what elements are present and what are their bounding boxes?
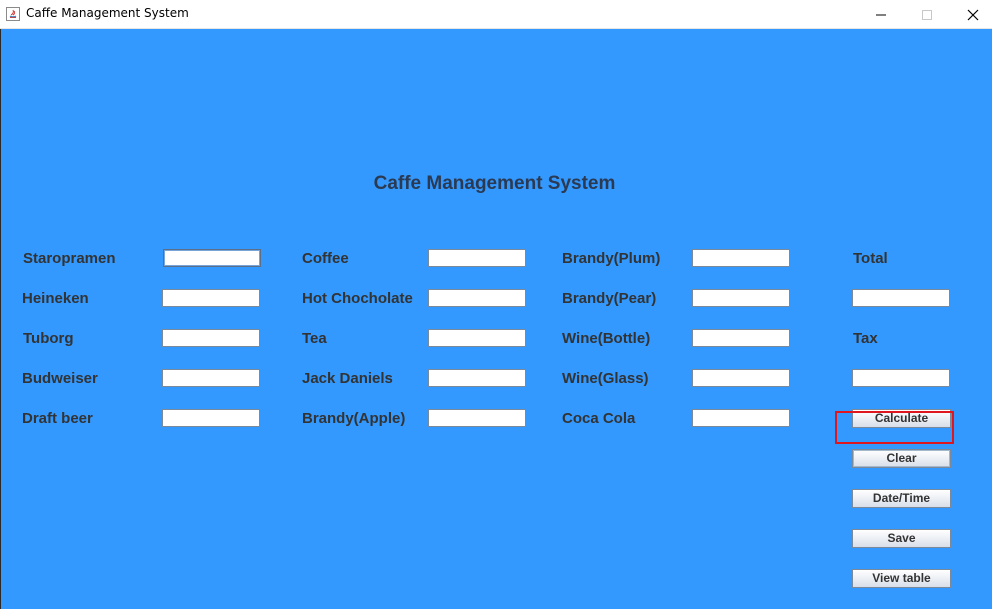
label-tax: Tax [853,330,878,347]
save-button[interactable]: Save [852,529,951,548]
label-budweiser: Budweiser [22,370,98,387]
brandy-plum-field[interactable] [692,249,790,267]
calculate-button[interactable]: Calculate [852,409,951,428]
minimize-icon [876,14,886,16]
label-tuborg: Tuborg [23,330,74,347]
brandy-apple-field[interactable] [428,409,526,427]
tax-field[interactable] [852,369,950,387]
tea-field[interactable] [428,329,526,347]
main-panel: Caffe Management System Staropramen Hein… [3,29,992,609]
close-button[interactable] [950,0,992,29]
label-draft-beer: Draft beer [22,410,93,427]
budweiser-field[interactable] [162,369,260,387]
datetime-button[interactable]: Date/Time [852,489,951,508]
draft-beer-field[interactable] [162,409,260,427]
label-brandy-pear: Brandy(Pear) [562,290,657,307]
label-jack-daniels: Jack Daniels [302,370,393,387]
tuborg-field[interactable] [162,329,260,347]
close-icon [967,9,979,21]
maximize-icon [922,10,932,20]
label-staropramen: Staropramen [23,250,116,267]
wine-glass-field[interactable] [692,369,790,387]
label-total: Total [853,250,888,267]
coca-cola-field[interactable] [692,409,790,427]
jack-daniels-field[interactable] [428,369,526,387]
clear-button[interactable]: Clear [852,449,951,468]
label-coffee: Coffee [302,250,349,267]
title-bar[interactable]: Caffe Management System [0,0,992,29]
label-brandy-plum: Brandy(Plum) [562,250,661,267]
app-window: Caffe Management System Caffe Management… [0,0,992,609]
heineken-field[interactable] [162,289,260,307]
total-field[interactable] [852,289,950,307]
wine-bottle-field[interactable] [692,329,790,347]
label-coca-cola: Coca Cola [562,410,636,427]
label-hot-chocholate: Hot Chocholate [302,290,413,307]
label-heineken: Heineken [22,290,89,307]
coffee-field[interactable] [428,249,526,267]
label-tea: Tea [302,330,327,347]
label-brandy-apple: Brandy(Apple) [302,410,406,427]
staropramen-field[interactable] [163,249,261,267]
label-wine-glass: Wine(Glass) [562,370,649,387]
view-table-button[interactable]: View table [852,569,951,588]
maximize-button[interactable] [904,0,950,29]
brandy-pear-field[interactable] [692,289,790,307]
window-title: Caffe Management System [26,6,189,20]
minimize-button[interactable] [858,0,904,29]
label-wine-bottle: Wine(Bottle) [562,330,651,347]
hot-chocholate-field[interactable] [428,289,526,307]
java-app-icon [6,7,20,21]
page-title: Caffe Management System [373,173,616,194]
